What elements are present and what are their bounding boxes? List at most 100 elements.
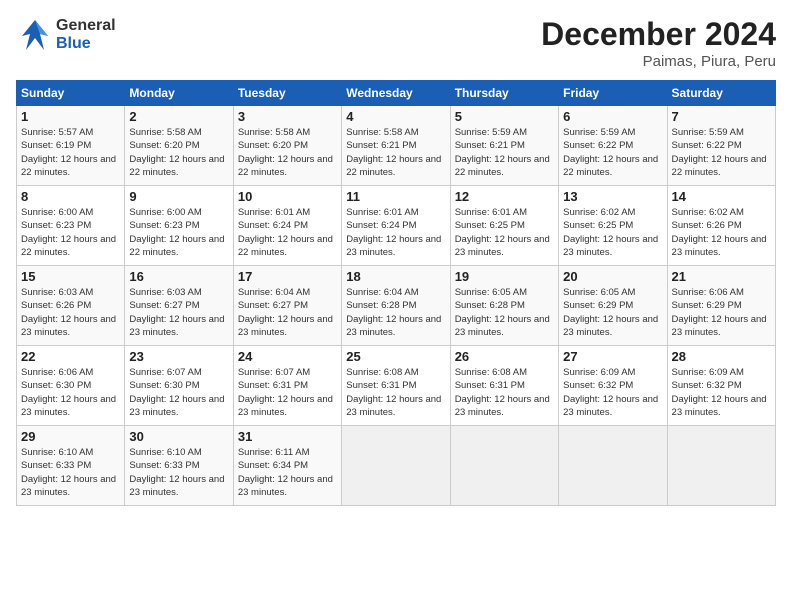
- day-number: 4: [346, 109, 445, 124]
- day-number: 11: [346, 189, 445, 204]
- calendar-cell: 13 Sunrise: 6:02 AMSunset: 6:25 PMDayligh…: [559, 186, 667, 266]
- page-header: General Blue December 2024 Paimas, Piura…: [16, 16, 776, 70]
- logo-text: General Blue: [56, 17, 116, 53]
- calendar-table: SundayMondayTuesdayWednesdayThursdayFrid…: [16, 80, 776, 506]
- logo: General Blue: [16, 16, 116, 54]
- day-info: Sunrise: 5:59 AMSunset: 6:22 PMDaylight:…: [563, 126, 662, 179]
- calendar-cell: 12 Sunrise: 6:01 AMSunset: 6:25 PMDayligh…: [450, 186, 558, 266]
- weekday-header-wednesday: Wednesday: [342, 81, 450, 106]
- day-number: 29: [21, 429, 120, 444]
- weekday-header-row: SundayMondayTuesdayWednesdayThursdayFrid…: [17, 81, 776, 106]
- weekday-header-tuesday: Tuesday: [233, 81, 341, 106]
- day-number: 28: [672, 349, 771, 364]
- location: Paimas, Piura, Peru: [541, 53, 776, 70]
- day-info: Sunrise: 6:07 AMSunset: 6:31 PMDaylight:…: [238, 366, 337, 419]
- calendar-week-row: 1 Sunrise: 5:57 AMSunset: 6:19 PMDaylight…: [17, 106, 776, 186]
- day-info: Sunrise: 6:03 AMSunset: 6:27 PMDaylight:…: [129, 286, 228, 339]
- calendar-cell: 1 Sunrise: 5:57 AMSunset: 6:19 PMDaylight…: [17, 106, 125, 186]
- day-number: 31: [238, 429, 337, 444]
- day-info: Sunrise: 6:05 AMSunset: 6:28 PMDaylight:…: [455, 286, 554, 339]
- day-number: 3: [238, 109, 337, 124]
- calendar-week-row: 29 Sunrise: 6:10 AMSunset: 6:33 PMDayligh…: [17, 426, 776, 506]
- calendar-cell: 26 Sunrise: 6:08 AMSunset: 6:31 PMDayligh…: [450, 346, 558, 426]
- calendar-cell: 7 Sunrise: 5:59 AMSunset: 6:22 PMDaylight…: [667, 106, 775, 186]
- day-info: Sunrise: 6:00 AMSunset: 6:23 PMDaylight:…: [129, 206, 228, 259]
- day-info: Sunrise: 6:08 AMSunset: 6:31 PMDaylight:…: [346, 366, 445, 419]
- day-info: Sunrise: 5:59 AMSunset: 6:21 PMDaylight:…: [455, 126, 554, 179]
- calendar-cell: 23Sunrise: 6:07 AMSunset: 6:30 PMDayligh…: [125, 346, 233, 426]
- calendar-cell: 6 Sunrise: 5:59 AMSunset: 6:22 PMDaylight…: [559, 106, 667, 186]
- calendar-week-row: 15 Sunrise: 6:03 AMSunset: 6:26 PMDayligh…: [17, 266, 776, 346]
- day-number: 19: [455, 269, 554, 284]
- calendar-cell: 9 Sunrise: 6:00 AMSunset: 6:23 PMDaylight…: [125, 186, 233, 266]
- calendar-cell: 25 Sunrise: 6:08 AMSunset: 6:31 PMDayligh…: [342, 346, 450, 426]
- day-info: Sunrise: 6:03 AMSunset: 6:26 PMDaylight:…: [21, 286, 120, 339]
- weekday-header-friday: Friday: [559, 81, 667, 106]
- day-number: 25: [346, 349, 445, 364]
- calendar-cell: 21Sunrise: 6:06 AMSunset: 6:29 PMDayligh…: [667, 266, 775, 346]
- day-number: 12: [455, 189, 554, 204]
- day-info: Sunrise: 6:05 AMSunset: 6:29 PMDaylight:…: [563, 286, 662, 339]
- day-number: 7: [672, 109, 771, 124]
- day-number: 1: [21, 109, 120, 124]
- day-info: Sunrise: 6:01 AMSunset: 6:24 PMDaylight:…: [238, 206, 337, 259]
- calendar-week-row: 8 Sunrise: 6:00 AMSunset: 6:23 PMDaylight…: [17, 186, 776, 266]
- calendar-cell: 28Sunrise: 6:09 AMSunset: 6:32 PMDayligh…: [667, 346, 775, 426]
- calendar-cell: 22Sunrise: 6:06 AMSunset: 6:30 PMDayligh…: [17, 346, 125, 426]
- calendar-cell: 17 Sunrise: 6:04 AMSunset: 6:27 PMDayligh…: [233, 266, 341, 346]
- weekday-header-thursday: Thursday: [450, 81, 558, 106]
- calendar-cell: 24 Sunrise: 6:07 AMSunset: 6:31 PMDayligh…: [233, 346, 341, 426]
- day-info: Sunrise: 6:02 AMSunset: 6:25 PMDaylight:…: [563, 206, 662, 259]
- calendar-cell: 20Sunrise: 6:05 AMSunset: 6:29 PMDayligh…: [559, 266, 667, 346]
- calendar-cell: 8 Sunrise: 6:00 AMSunset: 6:23 PMDaylight…: [17, 186, 125, 266]
- title-area: December 2024 Paimas, Piura, Peru: [541, 16, 776, 70]
- day-number: 16: [129, 269, 228, 284]
- weekday-header-monday: Monday: [125, 81, 233, 106]
- day-info: Sunrise: 6:09 AMSunset: 6:32 PMDaylight:…: [563, 366, 662, 419]
- day-info: Sunrise: 6:02 AMSunset: 6:26 PMDaylight:…: [672, 206, 771, 259]
- day-number: 6: [563, 109, 662, 124]
- day-info: Sunrise: 6:01 AMSunset: 6:25 PMDaylight:…: [455, 206, 554, 259]
- month-title: December 2024: [541, 16, 776, 53]
- calendar-cell: 18 Sunrise: 6:04 AMSunset: 6:28 PMDayligh…: [342, 266, 450, 346]
- day-info: Sunrise: 6:11 AMSunset: 6:34 PMDaylight:…: [238, 446, 337, 499]
- day-number: 24: [238, 349, 337, 364]
- logo-bird-icon: [16, 16, 54, 54]
- calendar-cell: 16 Sunrise: 6:03 AMSunset: 6:27 PMDayligh…: [125, 266, 233, 346]
- day-info: Sunrise: 5:58 AMSunset: 6:21 PMDaylight:…: [346, 126, 445, 179]
- day-info: Sunrise: 6:06 AMSunset: 6:30 PMDaylight:…: [21, 366, 120, 419]
- day-number: 5: [455, 109, 554, 124]
- day-info: Sunrise: 5:57 AMSunset: 6:19 PMDaylight:…: [21, 126, 120, 179]
- calendar-cell: 4 Sunrise: 5:58 AMSunset: 6:21 PMDaylight…: [342, 106, 450, 186]
- day-info: Sunrise: 6:04 AMSunset: 6:28 PMDaylight:…: [346, 286, 445, 339]
- day-number: 13: [563, 189, 662, 204]
- logo-blue-text: Blue: [56, 35, 116, 53]
- day-info: Sunrise: 6:10 AMSunset: 6:33 PMDaylight:…: [129, 446, 228, 499]
- weekday-header-saturday: Saturday: [667, 81, 775, 106]
- weekday-header-sunday: Sunday: [17, 81, 125, 106]
- day-info: Sunrise: 6:01 AMSunset: 6:24 PMDaylight:…: [346, 206, 445, 259]
- calendar-cell: 19 Sunrise: 6:05 AMSunset: 6:28 PMDayligh…: [450, 266, 558, 346]
- day-info: Sunrise: 6:08 AMSunset: 6:31 PMDaylight:…: [455, 366, 554, 419]
- day-info: Sunrise: 6:00 AMSunset: 6:23 PMDaylight:…: [21, 206, 120, 259]
- calendar-cell: 31 Sunrise: 6:11 AMSunset: 6:34 PMDayligh…: [233, 426, 341, 506]
- calendar-cell: 10Sunrise: 6:01 AMSunset: 6:24 PMDayligh…: [233, 186, 341, 266]
- calendar-cell: [559, 426, 667, 506]
- logo-general-text: General: [56, 17, 116, 35]
- day-number: 9: [129, 189, 228, 204]
- calendar-cell: 3 Sunrise: 5:58 AMSunset: 6:20 PMDaylight…: [233, 106, 341, 186]
- day-number: 18: [346, 269, 445, 284]
- calendar-cell: 14 Sunrise: 6:02 AMSunset: 6:26 PMDayligh…: [667, 186, 775, 266]
- day-info: Sunrise: 5:59 AMSunset: 6:22 PMDaylight:…: [672, 126, 771, 179]
- calendar-cell: [342, 426, 450, 506]
- day-info: Sunrise: 5:58 AMSunset: 6:20 PMDaylight:…: [129, 126, 228, 179]
- day-number: 15: [21, 269, 120, 284]
- day-number: 2: [129, 109, 228, 124]
- day-number: 17: [238, 269, 337, 284]
- day-number: 26: [455, 349, 554, 364]
- day-number: 8: [21, 189, 120, 204]
- day-info: Sunrise: 6:04 AMSunset: 6:27 PMDaylight:…: [238, 286, 337, 339]
- calendar-cell: 29Sunrise: 6:10 AMSunset: 6:33 PMDayligh…: [17, 426, 125, 506]
- day-number: 14: [672, 189, 771, 204]
- day-info: Sunrise: 5:58 AMSunset: 6:20 PMDaylight:…: [238, 126, 337, 179]
